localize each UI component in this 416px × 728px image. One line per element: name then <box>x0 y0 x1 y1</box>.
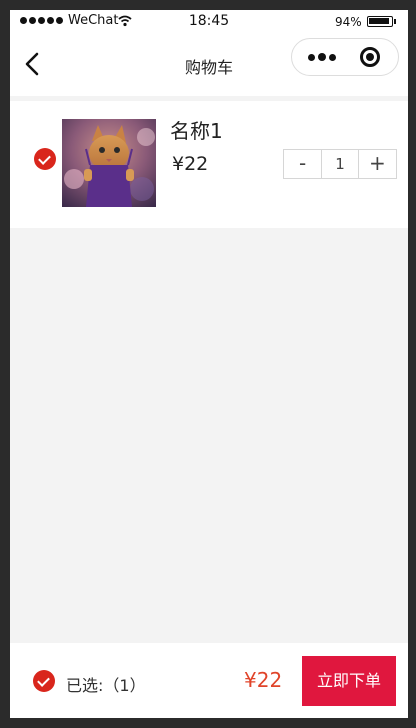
total-price: ¥22 <box>244 668 283 692</box>
selected-count: 已选:（1） <box>66 676 146 695</box>
checkout-bar: 已选:（1） ¥22 立即下单 <box>10 643 408 718</box>
status-bar: WeChat 18:45 94% <box>10 10 408 34</box>
miniprogram-capsule <box>291 38 399 76</box>
product-price: ¥22 <box>172 153 209 175</box>
select-all-checkbox[interactable] <box>33 670 55 692</box>
product-name: 名称1 <box>170 119 223 143</box>
more-dots-icon[interactable] <box>302 47 342 67</box>
quantity-stepper: - 1 + <box>283 149 397 179</box>
place-order-button[interactable]: 立即下单 <box>302 656 396 706</box>
decrease-button[interactable]: - <box>284 150 321 178</box>
phone-screen: WeChat 18:45 94% 购物车 名称1 ¥22 - 1 + 已选:（1… <box>10 10 408 718</box>
product-image[interactable] <box>62 119 156 207</box>
quantity-value[interactable]: 1 <box>321 150 359 178</box>
item-checkbox[interactable] <box>34 148 56 170</box>
battery-icon <box>367 16 396 27</box>
battery-percent: 94% <box>335 15 362 29</box>
close-target-icon[interactable] <box>360 47 380 67</box>
cart-item: 名称1 ¥22 - 1 + <box>10 101 408 228</box>
increase-button[interactable]: + <box>359 150 396 178</box>
navigation-bar: 购物车 <box>10 34 408 96</box>
